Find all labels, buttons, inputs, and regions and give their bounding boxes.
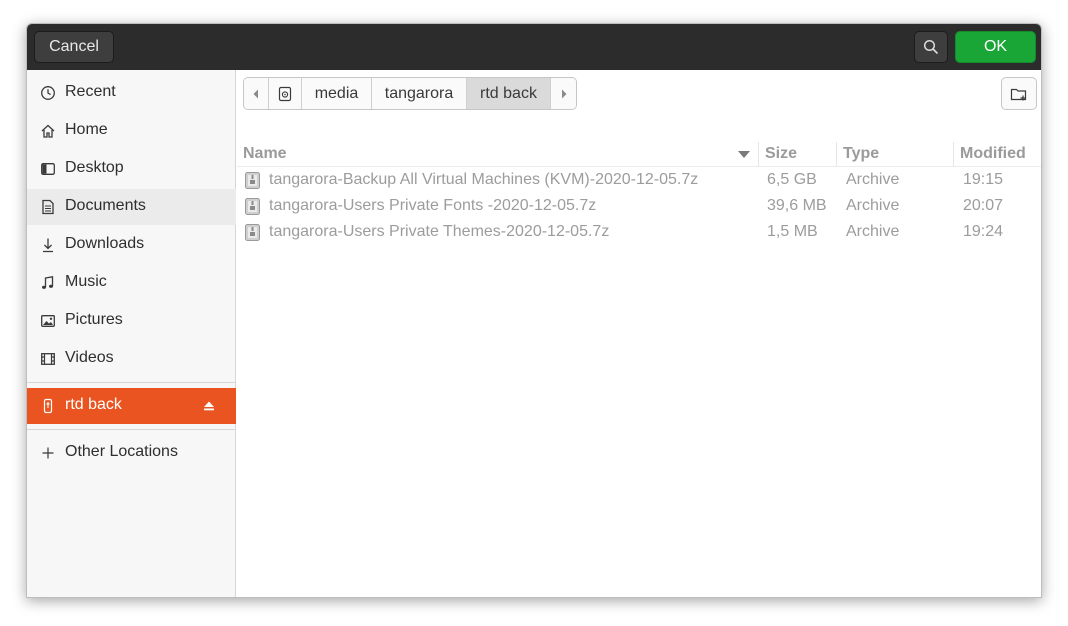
path-segment-rtd-back[interactable]: rtd back <box>467 78 551 109</box>
sidebar-item-label: Desktop <box>65 159 124 176</box>
sidebar-item-recent[interactable]: Recent <box>27 75 236 111</box>
file-type: Archive <box>846 171 900 188</box>
search-button[interactable] <box>914 31 948 63</box>
table-row[interactable]: tangarora-Backup All Virtual Machines (K… <box>237 167 1041 193</box>
path-segment-tangarora[interactable]: tangarora <box>372 78 467 109</box>
sidebar-item-videos[interactable]: Videos <box>27 341 236 377</box>
sidebar-separator <box>27 429 236 430</box>
column-header-label: Type <box>843 145 880 162</box>
music-icon <box>40 275 56 291</box>
places-sidebar: Recent Home Desktop Documents Downloads <box>27 70 236 597</box>
drive-icon <box>278 86 292 101</box>
sort-descending-icon <box>738 151 750 158</box>
cancel-button[interactable]: Cancel <box>34 31 114 63</box>
header-bar: Cancel OK <box>27 24 1041 70</box>
document-icon <box>40 199 56 215</box>
file-modified: 19:15 <box>963 171 1004 188</box>
eject-icon[interactable] <box>202 398 216 414</box>
sidebar-item-documents[interactable]: Documents <box>27 189 236 225</box>
column-header-name[interactable]: Name <box>237 142 759 166</box>
column-header-label: Modified <box>960 145 1026 162</box>
path-segment-root[interactable] <box>269 78 302 109</box>
file-size: 1,5 MB <box>767 223 818 240</box>
file-name: tangarora-Users Private Fonts -2020-12-0… <box>269 197 597 214</box>
file-modified: 20:07 <box>963 197 1004 214</box>
path-bar: media tangarora rtd back <box>243 77 577 110</box>
plus-icon <box>40 445 56 461</box>
path-segment-media[interactable]: media <box>302 78 372 109</box>
sidebar-item-rtd-back[interactable]: rtd back <box>27 388 236 424</box>
sidebar-separator <box>27 382 236 383</box>
table-row[interactable]: tangarora-Users Private Themes-2020-12-0… <box>237 219 1041 245</box>
file-chooser-dialog: Cancel OK Recent Home Desktop Documents … <box>26 23 1042 598</box>
sidebar-item-label: Other Locations <box>65 443 178 460</box>
column-header-label: Name <box>243 145 287 162</box>
column-header-type[interactable]: Type <box>837 142 954 166</box>
sidebar-item-other-locations[interactable]: Other Locations <box>27 435 236 471</box>
file-size: 6,5 GB <box>767 171 817 188</box>
sidebar-item-label: Music <box>65 273 107 290</box>
new-folder-button[interactable] <box>1001 77 1037 110</box>
sidebar-item-home[interactable]: Home <box>27 113 236 149</box>
sidebar-item-downloads[interactable]: Downloads <box>27 227 236 263</box>
file-size: 39,6 MB <box>767 197 827 214</box>
file-name: tangarora-Backup All Virtual Machines (K… <box>269 171 699 188</box>
archive-icon <box>245 172 260 189</box>
picture-icon <box>40 313 56 329</box>
sidebar-item-desktop[interactable]: Desktop <box>27 151 236 187</box>
home-icon <box>40 123 56 139</box>
download-icon <box>40 237 56 253</box>
sidebar-item-label: rtd back <box>65 396 122 413</box>
file-type: Archive <box>846 223 900 240</box>
sidebar-item-pictures[interactable]: Pictures <box>27 303 236 339</box>
chevron-left-icon <box>253 89 258 98</box>
sidebar-item-label: Documents <box>65 197 146 214</box>
sidebar-item-label: Home <box>65 121 108 138</box>
search-icon <box>923 39 938 54</box>
chevron-right-icon <box>561 89 566 98</box>
usb-drive-icon <box>40 398 56 414</box>
path-scroll-left-button[interactable] <box>244 78 269 109</box>
sidebar-item-label: Pictures <box>65 311 123 328</box>
desktop-icon <box>40 161 56 177</box>
clock-icon <box>40 85 56 101</box>
new-folder-icon <box>1010 88 1027 100</box>
video-icon <box>40 351 56 367</box>
path-scroll-right-button[interactable] <box>551 78 576 109</box>
table-row[interactable]: tangarora-Users Private Fonts -2020-12-0… <box>237 193 1041 219</box>
archive-icon <box>245 224 260 241</box>
column-header-label: Size <box>765 145 798 162</box>
archive-icon <box>245 198 260 215</box>
sidebar-item-label: Recent <box>65 83 116 100</box>
file-type: Archive <box>846 197 900 214</box>
column-header-modified[interactable]: Modified <box>954 142 1041 166</box>
sidebar-item-music[interactable]: Music <box>27 265 236 301</box>
sidebar-item-label: Downloads <box>65 235 145 252</box>
sidebar-item-label: Videos <box>65 349 114 366</box>
file-name: tangarora-Users Private Themes-2020-12-0… <box>269 223 610 240</box>
ok-button[interactable]: OK <box>955 31 1036 63</box>
file-list-pane: media tangarora rtd back Name Size Type … <box>237 70 1041 597</box>
column-header-size[interactable]: Size <box>759 142 837 166</box>
file-modified: 19:24 <box>963 223 1004 240</box>
